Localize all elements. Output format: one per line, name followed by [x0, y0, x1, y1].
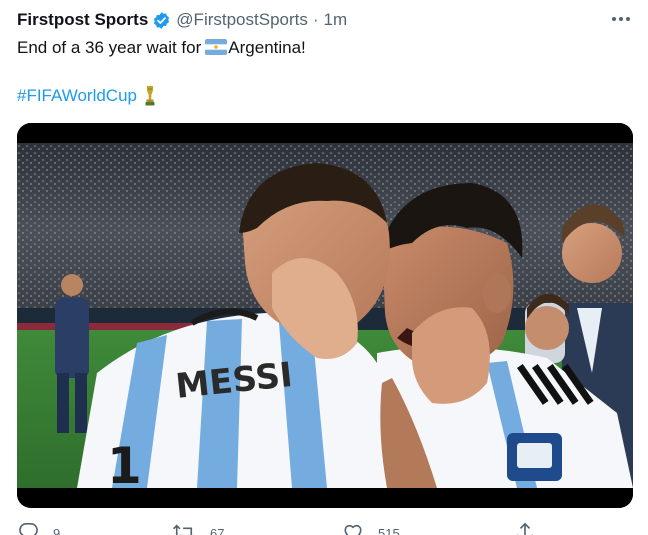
more-options-icon[interactable] [608, 8, 634, 30]
trophy-icon [143, 85, 157, 107]
tweet-card[interactable]: Firstpost Sports @FirstpostSports · 1m E… [0, 0, 648, 535]
header-separator: · [312, 10, 319, 29]
tweet-text-end: Argentina! [228, 38, 306, 57]
retweet-icon [172, 522, 196, 535]
retweet-button[interactable]: 67 [172, 522, 224, 535]
argentina-flag-icon [205, 39, 228, 55]
author-handle[interactable]: @FirstpostSports [176, 10, 308, 30]
reply-button[interactable]: 9 [17, 522, 60, 535]
svg-text:1: 1 [107, 437, 142, 495]
tweet-actions: 9 67 515 [17, 522, 577, 535]
tweet-photo[interactable]: MESSI 1 [17, 123, 633, 508]
tweet-header: Firstpost Sports @FirstpostSports · 1m [17, 9, 347, 31]
share-icon [515, 522, 535, 535]
verified-badge-icon [152, 11, 171, 30]
tweet-text-start: End of a 36 year wait for [17, 38, 202, 57]
tweet-text: End of a 36 year wait for Argentina! [17, 37, 306, 59]
retweet-count: 67 [210, 526, 225, 535]
like-button[interactable]: 515 [342, 522, 400, 535]
heart-icon [342, 522, 364, 535]
hashtag-link[interactable]: #FIFAWorldCup [17, 85, 137, 107]
like-count: 515 [378, 526, 400, 535]
reply-icon [17, 522, 39, 535]
author-name[interactable]: Firstpost Sports [17, 10, 148, 30]
share-button[interactable] [515, 522, 535, 535]
reply-count: 9 [53, 526, 61, 535]
tweet-timestamp[interactable]: 1m [324, 10, 348, 30]
hashtag-line: #FIFAWorldCup [17, 85, 157, 107]
